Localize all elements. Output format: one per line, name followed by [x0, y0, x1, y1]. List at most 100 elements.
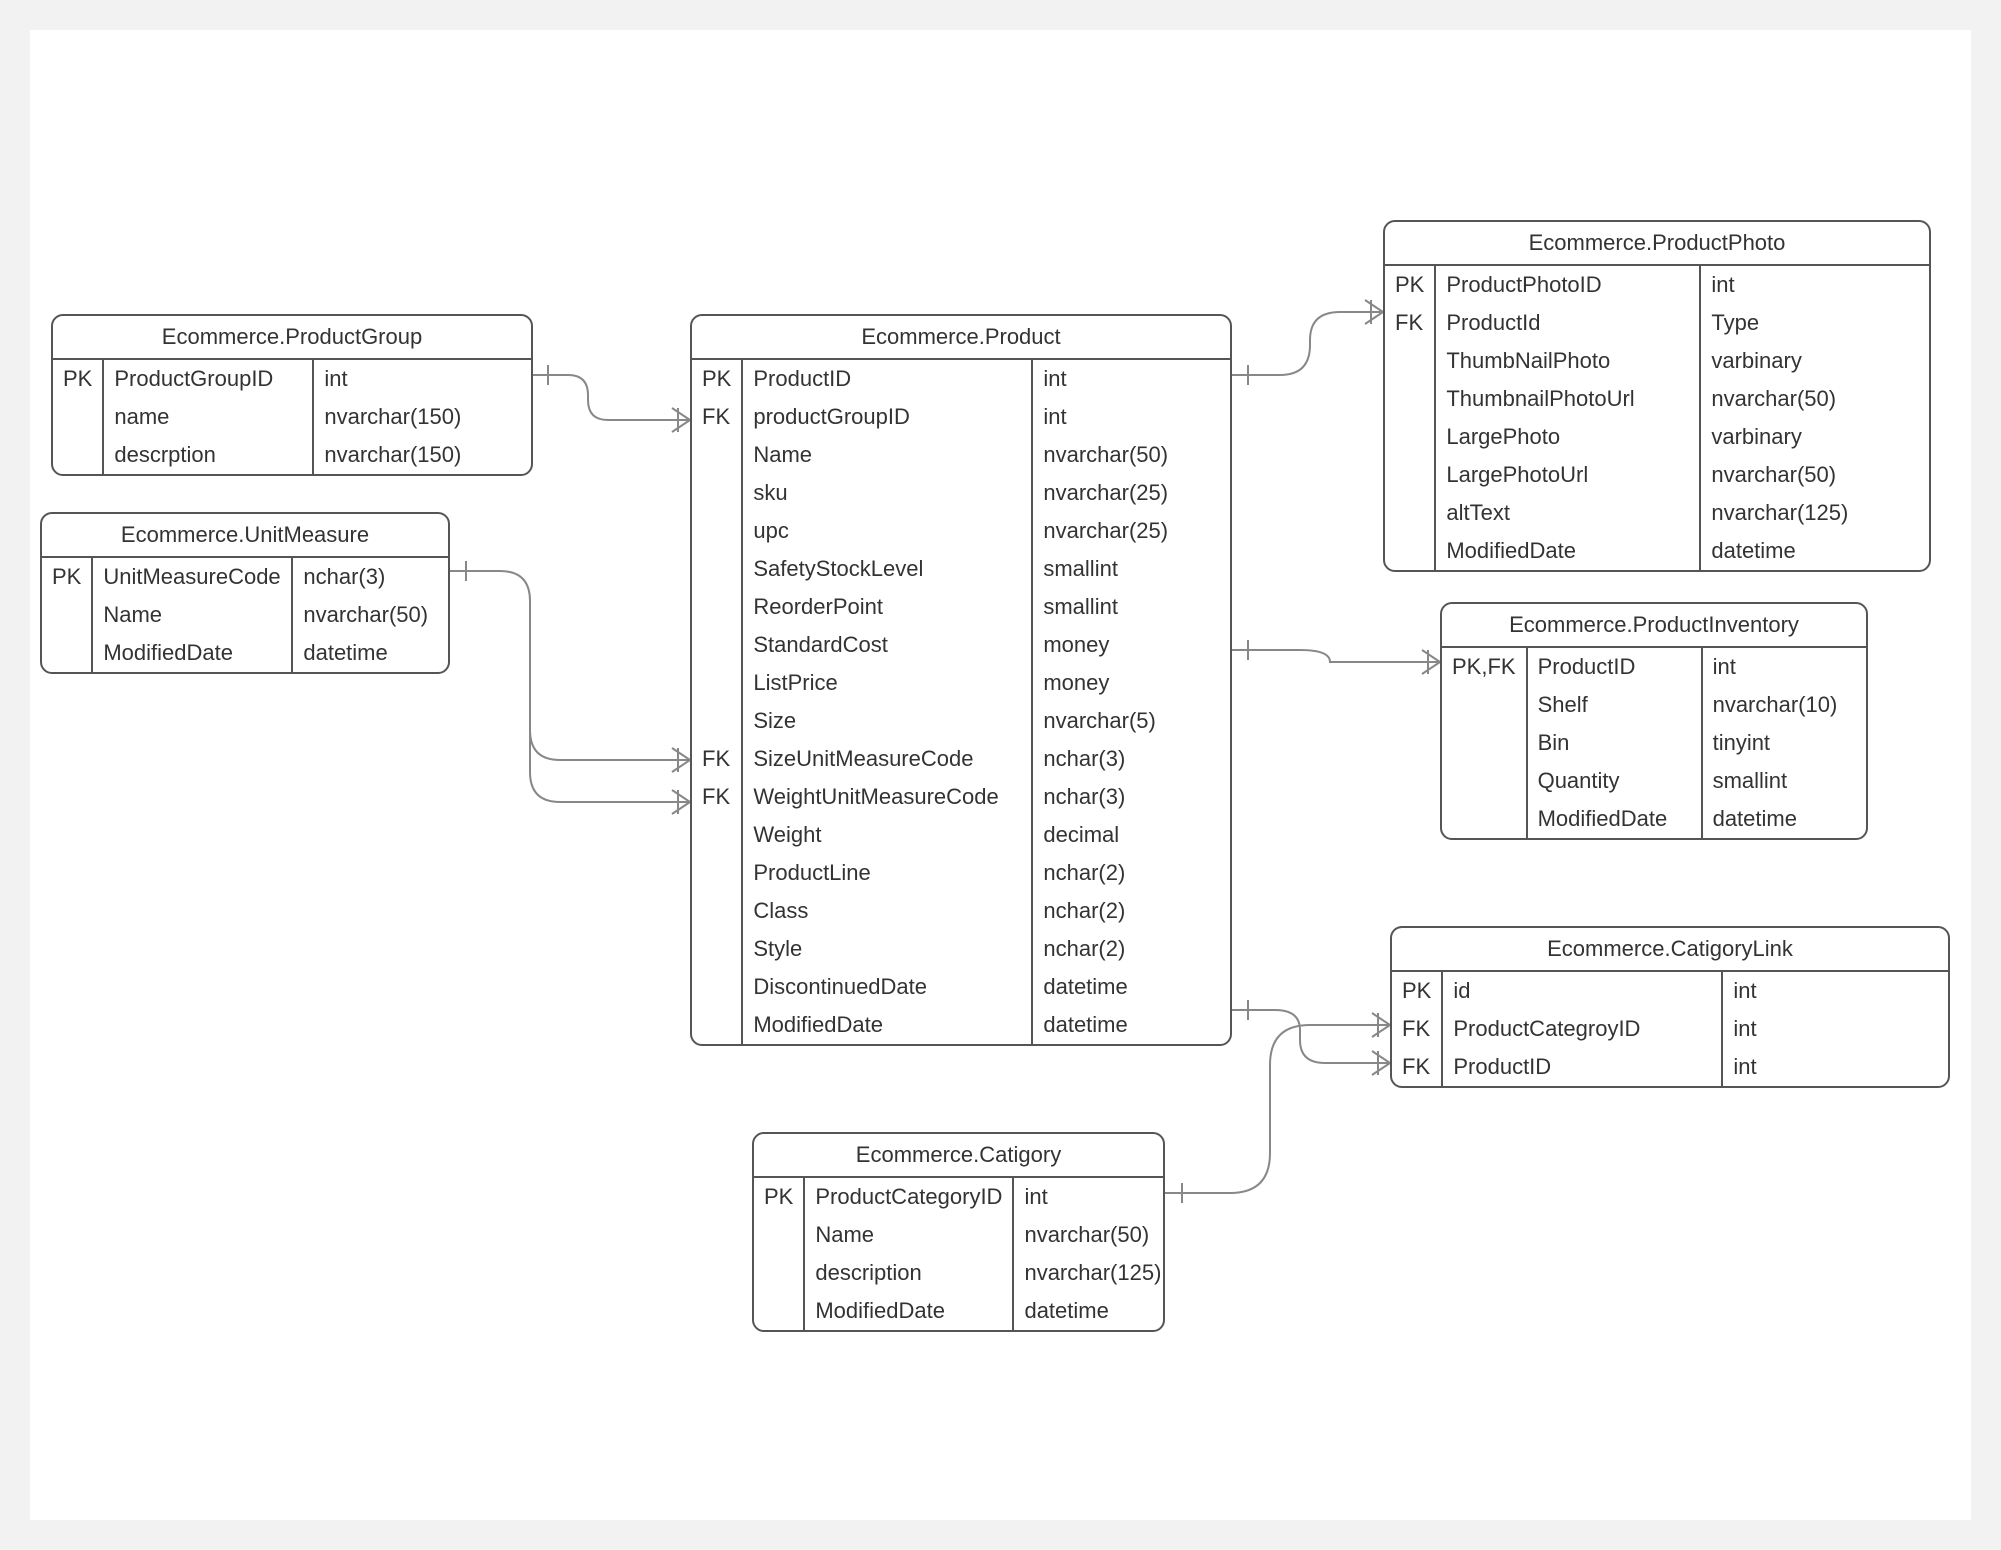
- column-row: FKWeightUnitMeasureCodenchar(3): [692, 778, 1230, 816]
- column-row: ThumbNailPhotovarbinary: [1385, 342, 1929, 380]
- column-type: nvarchar(50): [1700, 456, 1929, 494]
- column-key: PK,FK: [1442, 648, 1527, 686]
- column-key: [692, 968, 742, 1006]
- column-name: ReorderPoint: [742, 588, 1032, 626]
- column-type: nvarchar(50): [1032, 436, 1230, 474]
- column-key: FK: [1385, 304, 1435, 342]
- column-type: nvarchar(10): [1702, 686, 1866, 724]
- column-name: ProductLine: [742, 854, 1032, 892]
- column-type: varbinary: [1700, 342, 1929, 380]
- column-key: [754, 1216, 804, 1254]
- column-type: decimal: [1032, 816, 1230, 854]
- column-row: ModifiedDatedatetime: [754, 1292, 1165, 1330]
- column-row: PK,FKProductIDint: [1442, 648, 1866, 686]
- column-key: [692, 436, 742, 474]
- column-type: int: [1013, 1178, 1165, 1216]
- column-name: Weight: [742, 816, 1032, 854]
- column-type: int: [313, 360, 531, 398]
- column-type: nchar(3): [1032, 740, 1230, 778]
- column-key: FK: [692, 778, 742, 816]
- entity-columns: PKProductGroupIDintnamenvarchar(150)desc…: [53, 360, 531, 474]
- column-row: ListPricemoney: [692, 664, 1230, 702]
- column-row: descriptionnvarchar(125): [754, 1254, 1165, 1292]
- column-type: nchar(2): [1032, 930, 1230, 968]
- entity-title: Ecommerce.UnitMeasure: [42, 514, 448, 558]
- column-name: Quantity: [1527, 762, 1702, 800]
- column-row: Namenvarchar(50): [692, 436, 1230, 474]
- column-type: nvarchar(50): [1013, 1216, 1165, 1254]
- entity-product[interactable]: Ecommerce.Product PKProductIDintFKproduc…: [690, 314, 1232, 1046]
- entity-product-photo[interactable]: Ecommerce.ProductPhoto PKProductPhotoIDi…: [1383, 220, 1931, 572]
- column-type: datetime: [1700, 532, 1929, 570]
- column-name: id: [1442, 972, 1722, 1010]
- entity-product-group[interactable]: Ecommerce.ProductGroup PKProductGroupIDi…: [51, 314, 533, 476]
- entity-product-inventory[interactable]: Ecommerce.ProductInventory PK,FKProductI…: [1440, 602, 1868, 840]
- column-key: FK: [692, 740, 742, 778]
- entity-unit-measure[interactable]: Ecommerce.UnitMeasure PKUnitMeasureCoden…: [40, 512, 450, 674]
- column-type: nvarchar(25): [1032, 512, 1230, 550]
- column-type: nchar(3): [292, 558, 448, 596]
- column-type: datetime: [292, 634, 448, 672]
- column-type: nvarchar(125): [1700, 494, 1929, 532]
- column-key: FK: [1392, 1010, 1442, 1048]
- column-name: Name: [742, 436, 1032, 474]
- column-row: LargePhotovarbinary: [1385, 418, 1929, 456]
- column-key: [692, 474, 742, 512]
- column-key: [42, 634, 92, 672]
- column-type: int: [1722, 972, 1948, 1010]
- column-name: SizeUnitMeasureCode: [742, 740, 1032, 778]
- column-name: ProductID: [742, 360, 1032, 398]
- column-row: namenvarchar(150): [53, 398, 531, 436]
- column-type: nvarchar(125): [1013, 1254, 1165, 1292]
- column-name: ModifiedDate: [742, 1006, 1032, 1044]
- column-row: upcnvarchar(25): [692, 512, 1230, 550]
- column-row: PKidint: [1392, 972, 1948, 1010]
- entity-catigory-link[interactable]: Ecommerce.CatigoryLink PKidintFKProductC…: [1390, 926, 1950, 1088]
- entity-catigory[interactable]: Ecommerce.Catigory PKProductCategoryIDin…: [752, 1132, 1165, 1332]
- column-type: nchar(2): [1032, 854, 1230, 892]
- column-name: ModifiedDate: [804, 1292, 1013, 1330]
- column-row: FKproductGroupIDint: [692, 398, 1230, 436]
- column-row: Weightdecimal: [692, 816, 1230, 854]
- column-key: [692, 892, 742, 930]
- column-row: PKProductCategoryIDint: [754, 1178, 1165, 1216]
- column-type: nchar(3): [1032, 778, 1230, 816]
- column-row: Namenvarchar(50): [42, 596, 448, 634]
- column-row: FKSizeUnitMeasureCodenchar(3): [692, 740, 1230, 778]
- column-key: [692, 550, 742, 588]
- column-type: smallint: [1702, 762, 1866, 800]
- column-key: PK: [1385, 266, 1435, 304]
- entity-title: Ecommerce.Product: [692, 316, 1230, 360]
- column-type: int: [1032, 360, 1230, 398]
- erd-canvas: Ecommerce.ProductGroup PKProductGroupIDi…: [30, 30, 1971, 1520]
- column-name: ModifiedDate: [1435, 532, 1700, 570]
- column-key: PK: [754, 1178, 804, 1216]
- column-row: Shelfnvarchar(10): [1442, 686, 1866, 724]
- column-type: nvarchar(150): [313, 436, 531, 474]
- column-type: int: [1702, 648, 1866, 686]
- column-name: altText: [1435, 494, 1700, 532]
- column-row: ModifiedDatedatetime: [692, 1006, 1230, 1044]
- column-row: PKProductIDint: [692, 360, 1230, 398]
- column-name: ProductGroupID: [103, 360, 313, 398]
- column-row: Namenvarchar(50): [754, 1216, 1165, 1254]
- column-row: Classnchar(2): [692, 892, 1230, 930]
- column-type: int: [1700, 266, 1929, 304]
- column-name: ProductCategoryID: [804, 1178, 1013, 1216]
- column-name: description: [804, 1254, 1013, 1292]
- entity-title: Ecommerce.Catigory: [754, 1134, 1163, 1178]
- column-type: money: [1032, 664, 1230, 702]
- column-name: upc: [742, 512, 1032, 550]
- column-type: nvarchar(50): [1700, 380, 1929, 418]
- column-type: Type: [1700, 304, 1929, 342]
- column-type: int: [1722, 1010, 1948, 1048]
- column-type: money: [1032, 626, 1230, 664]
- entity-columns: PKProductIDintFKproductGroupIDintNamenva…: [692, 360, 1230, 1044]
- column-row: DiscontinuedDatedatetime: [692, 968, 1230, 1006]
- column-name: ProductCategroyID: [1442, 1010, 1722, 1048]
- column-row: ThumbnailPhotoUrlnvarchar(50): [1385, 380, 1929, 418]
- column-key: [692, 512, 742, 550]
- column-name: Class: [742, 892, 1032, 930]
- column-key: [1442, 686, 1527, 724]
- column-type: nvarchar(5): [1032, 702, 1230, 740]
